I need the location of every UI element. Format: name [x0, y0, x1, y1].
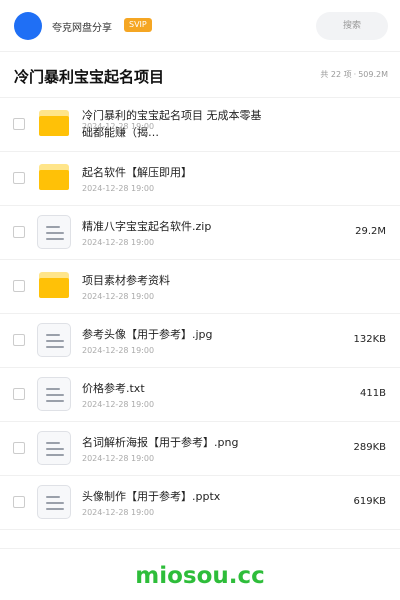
file-name: 头像制作【用于参考】.pptx: [82, 490, 221, 503]
share-header: 夸克网盘分享 SVIP 搜索: [0, 0, 400, 52]
file-row[interactable]: 项目素材参考资料 2024-12-28 19:00: [0, 260, 400, 314]
checkbox-icon[interactable]: [13, 118, 25, 130]
document-icon: [37, 431, 71, 465]
total-size: 509.2M: [358, 70, 388, 79]
share-title-row: 冷门暴利宝宝起名项目 共 22 项 · 509.2M: [0, 52, 400, 98]
file-row[interactable]: 冷门暴利的宝宝起名项目 无成本零基础都能赚（揭… 2024-12-28 19:0…: [0, 98, 400, 152]
file-date: 2024-12-28 19:00: [82, 292, 155, 301]
file-row[interactable]: 精准八字宝宝起名软件.zip 2024-12-28 19:00 29.2M: [0, 206, 400, 260]
file-size: 619KB: [353, 496, 386, 507]
file-date: 2024-12-28 19:00: [82, 238, 155, 247]
share-meta: 共 22 项 · 509.2M: [320, 69, 388, 80]
checkbox-icon[interactable]: [13, 442, 25, 454]
file-row[interactable]: 头像制作【用于参考】.pptx 2024-12-28 19:00 619KB: [0, 476, 400, 530]
avatar[interactable]: [14, 12, 42, 40]
file-list: 冷门暴利的宝宝起名项目 无成本零基础都能赚（揭… 2024-12-28 19:0…: [0, 98, 400, 530]
folder-icon: [39, 164, 69, 190]
file-date: 2024-12-28 19:00: [82, 400, 155, 409]
uploader-name: 夸克网盘分享: [52, 23, 112, 34]
document-icon: [37, 323, 71, 357]
file-date: 2024-12-28 19:00: [82, 122, 155, 131]
file-row[interactable]: 参考头像【用于参考】.jpg 2024-12-28 19:00 132KB: [0, 314, 400, 368]
document-icon: [37, 377, 71, 411]
checkbox-icon[interactable]: [13, 388, 25, 400]
meta-separator: ·: [353, 70, 357, 79]
file-size: 289KB: [353, 442, 386, 453]
file-date: 2024-12-28 19:00: [82, 346, 155, 355]
checkbox-icon[interactable]: [13, 226, 25, 238]
file-name: 起名软件【解压即用】: [82, 166, 192, 179]
file-row[interactable]: 起名软件【解压即用】 2024-12-28 19:00: [0, 152, 400, 206]
file-name: 名词解析海报【用于参考】.png: [82, 436, 239, 449]
folder-icon: [39, 272, 69, 298]
file-size: 132KB: [353, 334, 386, 345]
folder-icon: [39, 110, 69, 136]
page-title: 冷门暴利宝宝起名项目: [14, 68, 165, 86]
footer: miosou.cc: [0, 548, 400, 600]
file-name: 参考头像【用于参考】.jpg: [82, 328, 213, 341]
checkbox-icon[interactable]: [13, 334, 25, 346]
file-name: 精准八字宝宝起名软件.zip: [82, 220, 212, 233]
item-count: 共 22 项: [320, 70, 352, 79]
file-size: 29.2M: [355, 226, 386, 237]
file-size: 411B: [360, 388, 386, 399]
file-date: 2024-12-28 19:00: [82, 454, 155, 463]
file-name: 价格参考.txt: [82, 382, 145, 395]
checkbox-icon[interactable]: [13, 496, 25, 508]
document-icon: [37, 215, 71, 249]
file-row[interactable]: 名词解析海报【用于参考】.png 2024-12-28 19:00 289KB: [0, 422, 400, 476]
file-date: 2024-12-28 19:00: [82, 508, 155, 517]
checkbox-icon[interactable]: [13, 172, 25, 184]
checkbox-icon[interactable]: [13, 280, 25, 292]
file-row[interactable]: 价格参考.txt 2024-12-28 19:00 411B: [0, 368, 400, 422]
file-name: 项目素材参考资料: [82, 274, 170, 287]
svip-badge: SVIP: [124, 18, 152, 32]
file-date: 2024-12-28 19:00: [82, 184, 155, 193]
document-icon: [37, 485, 71, 519]
site-brand[interactable]: miosou.cc: [0, 563, 400, 589]
search-button[interactable]: 搜索: [316, 12, 388, 40]
